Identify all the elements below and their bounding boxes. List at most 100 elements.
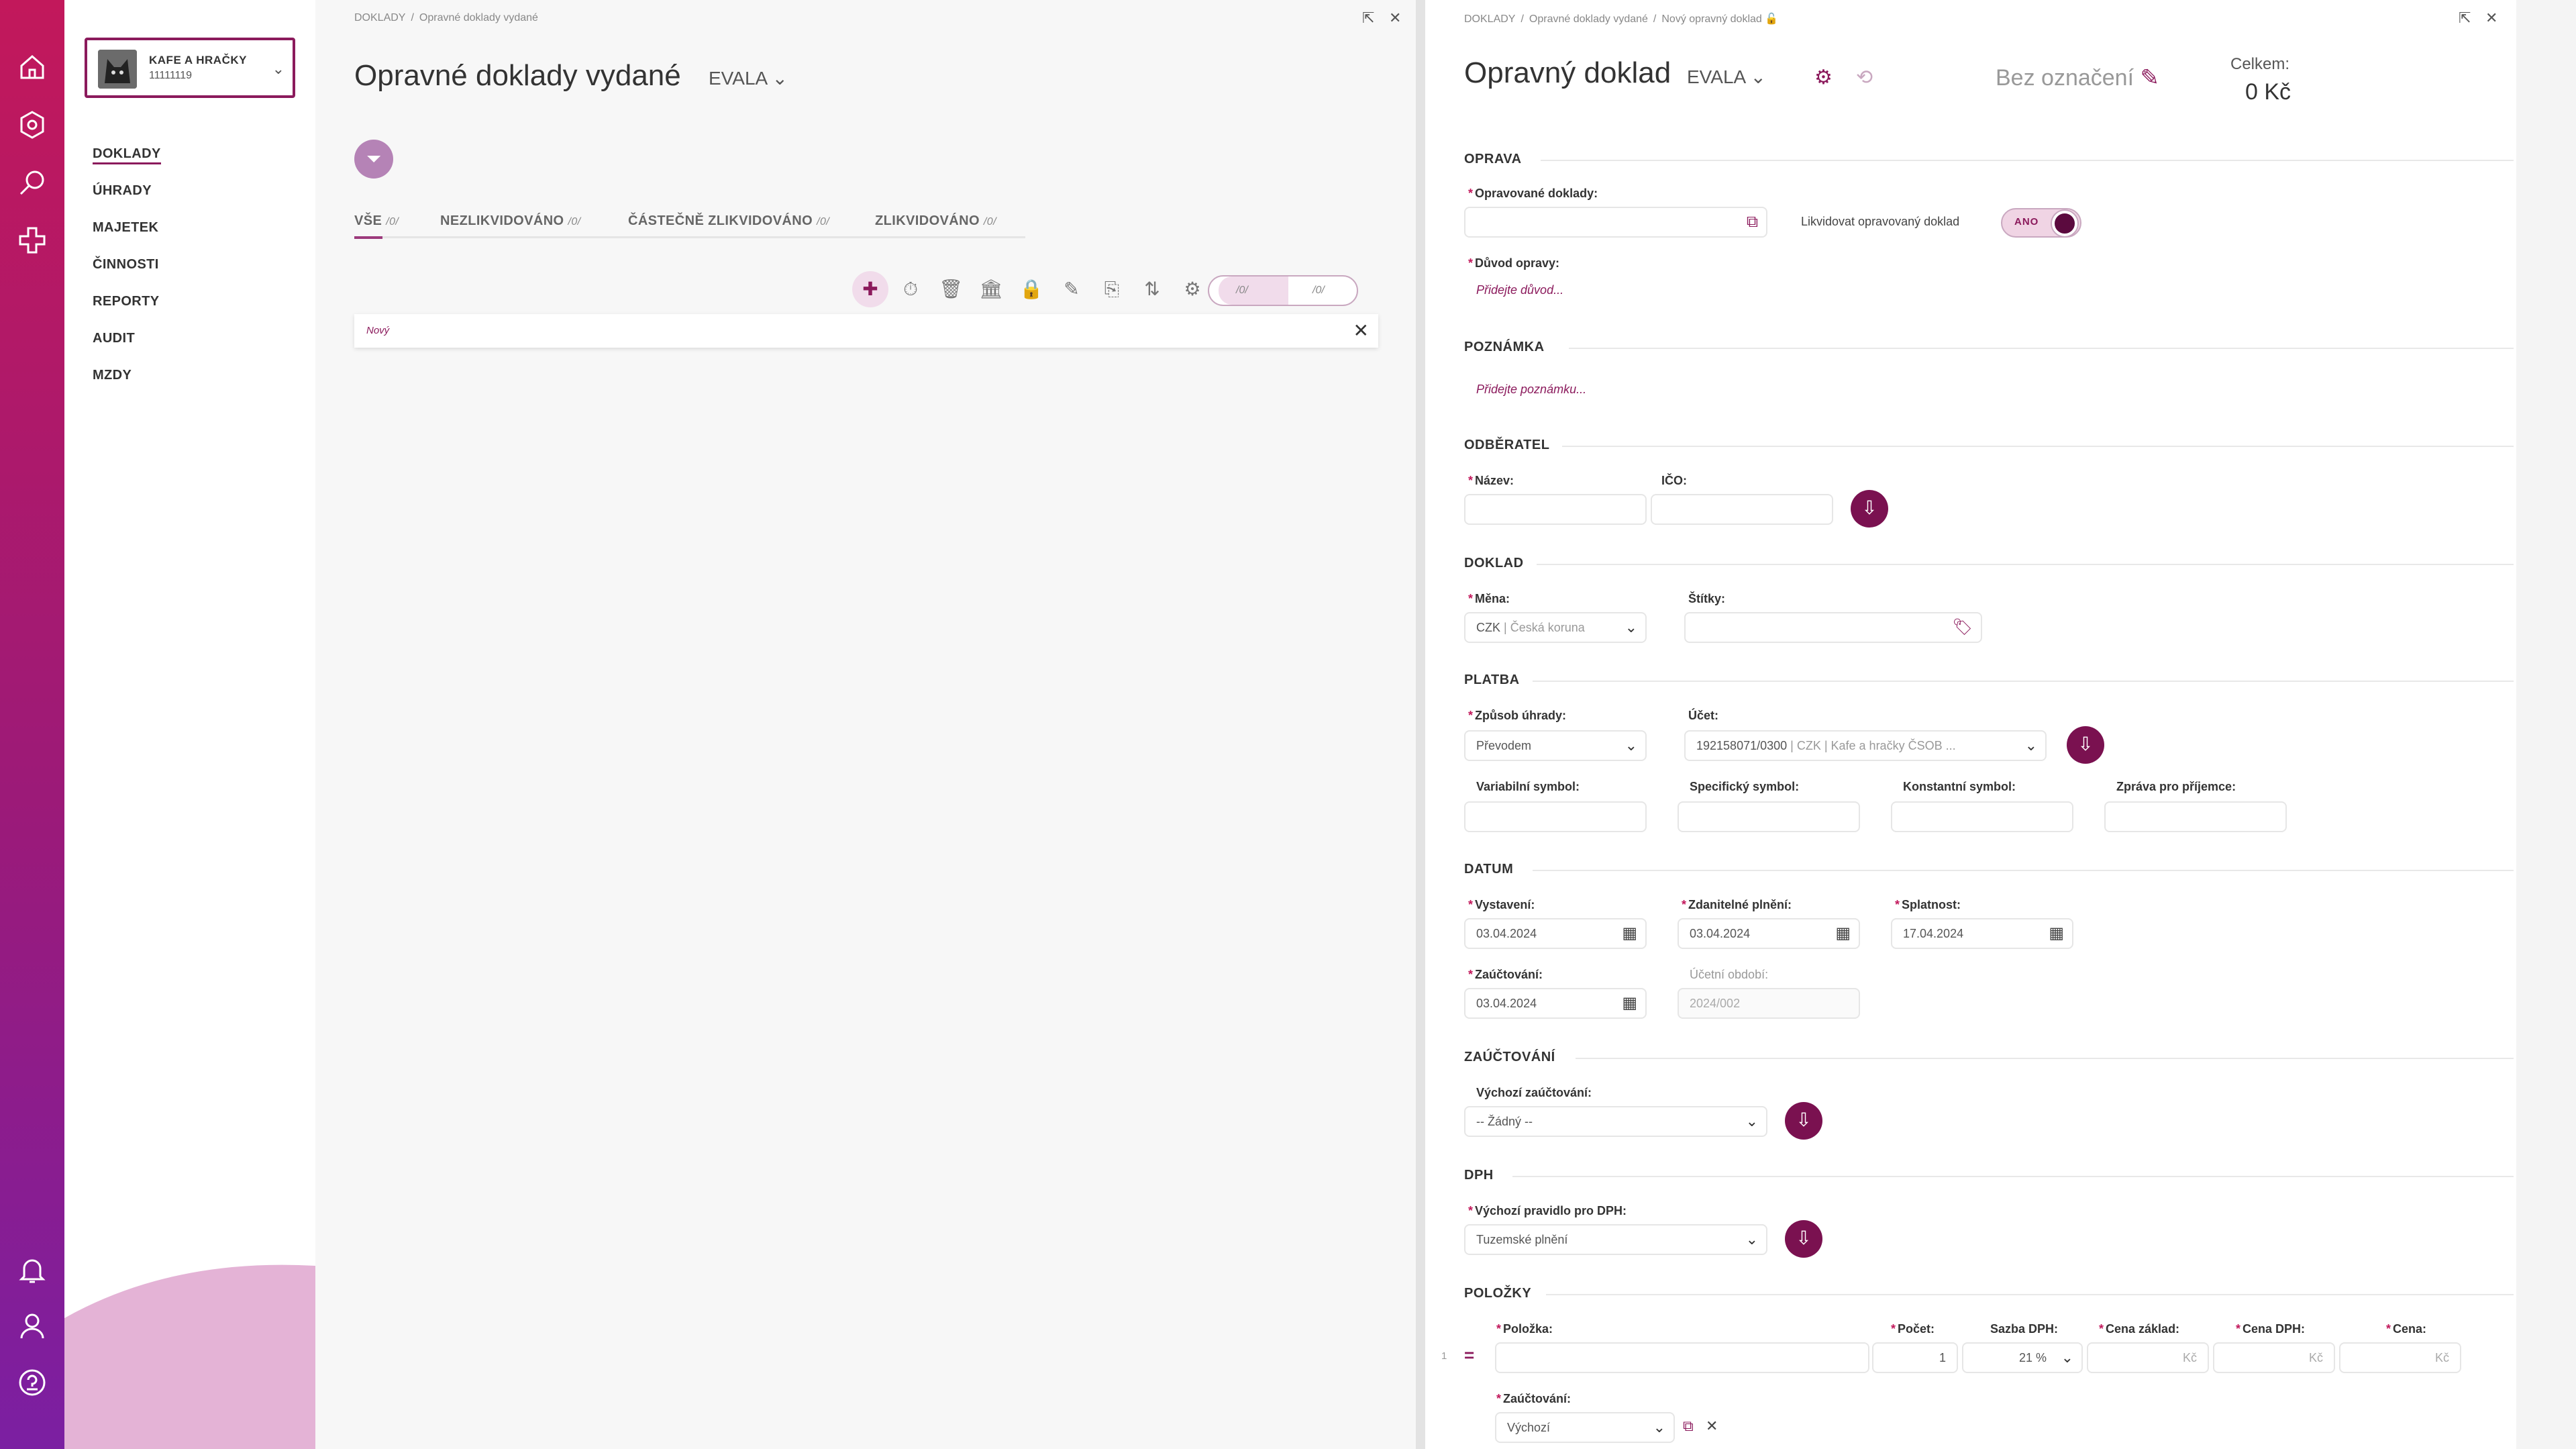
specificky-symbol-input[interactable] (1678, 801, 1860, 832)
close-icon[interactable]: ✕ (1353, 319, 1369, 342)
view-list-toggle[interactable]: /0/ (1219, 277, 1288, 305)
breadcrumb-item[interactable]: Opravné doklady vydané (1529, 13, 1648, 25)
page-title: Opravné doklady vydané (354, 59, 681, 92)
opravovane-doklady-field[interactable]: ⧉ (1464, 207, 1767, 238)
chevron-down-icon: ⌄ (1745, 1231, 1758, 1248)
user-icon[interactable] (16, 1310, 48, 1342)
konstantni-symbol-input[interactable] (1891, 801, 2073, 832)
vystaveni-date[interactable]: 03.04.2024 ▦ (1464, 918, 1647, 949)
field-label: Položka: (1496, 1322, 1553, 1336)
nav-item-mzdy[interactable]: MZDY (93, 368, 161, 405)
sazba-dph-select[interactable]: 21 % ⌄ (1962, 1342, 2083, 1373)
vychozi-dph-select[interactable]: Tuzemské plnění ⌄ (1464, 1224, 1767, 1255)
tab-vse[interactable]: VŠE/0/ (354, 213, 399, 229)
odberatel-nazev-input[interactable] (1464, 494, 1647, 525)
odberatel-ico-input[interactable] (1651, 494, 1833, 525)
nav-item-cinnosti[interactable]: ČINNOSTI (93, 257, 161, 294)
popout-icon[interactable]: ⇱ (1362, 9, 1374, 27)
sort-icon[interactable]: ⇅ (1134, 271, 1170, 307)
bell-icon[interactable] (16, 1254, 48, 1286)
breadcrumb-item[interactable]: DOKLADY (354, 12, 405, 23)
bank-icon[interactable]: 🏛 (973, 271, 1009, 307)
settings-icon[interactable]: ⚙ (1174, 271, 1210, 307)
new-document-row[interactable]: Nový ✕ (354, 314, 1378, 348)
filter-button[interactable]: ⏷ (354, 140, 393, 179)
copy-doc-icon[interactable]: ⧉ (1747, 208, 1758, 236)
add-icon[interactable]: ✚ (852, 271, 888, 307)
vychozi-zauctovani-select[interactable]: -- Žádný -- ⌄ (1464, 1106, 1767, 1137)
duvod-opravy-input[interactable]: Přidejte důvod... (1476, 283, 1563, 297)
zpusob-uhrady-select[interactable]: Převodem ⌄ (1464, 730, 1647, 761)
zauctovani-date[interactable]: 03.04.2024 ▦ (1464, 988, 1647, 1019)
tag-icon[interactable]: 🏷 (1953, 613, 1973, 642)
company-avatar (98, 50, 137, 89)
chevron-down-icon[interactable]: ⌄ (272, 60, 285, 78)
breadcrumb-item[interactable]: DOKLADY (1464, 13, 1515, 25)
load-dph-button[interactable]: ⇩ (1785, 1220, 1822, 1258)
nav-item-majetek[interactable]: MAJETEK (93, 220, 161, 257)
nav-item-audit[interactable]: AUDIT (93, 331, 161, 368)
splatnost-date[interactable]: 17.04.2024 ▦ (1891, 918, 2073, 949)
breadcrumb-item[interactable]: Opravné doklady vydané (419, 12, 538, 23)
divider (1533, 681, 2514, 682)
view-switch[interactable]: /0/ /0/ (1208, 275, 1358, 306)
nav-item-reporty[interactable]: REPORTY (93, 294, 161, 331)
ucet-select[interactable]: 192158071/0300 | CZK | Kafe a hračky ČSO… (1684, 730, 2047, 761)
settings-hex-icon[interactable] (16, 109, 48, 141)
variabilni-symbol-input[interactable] (1464, 801, 1647, 832)
plus-icon[interactable] (16, 224, 48, 256)
close-icon[interactable]: ✕ (1389, 9, 1401, 27)
settings-icon[interactable]: ⚙ (1814, 66, 1833, 89)
section-oprava: OPRAVA (1464, 152, 1522, 166)
field-label: Variabilní symbol: (1476, 780, 1580, 793)
approve-icon[interactable]: ✎ (1053, 271, 1090, 307)
zdanitelne-date[interactable]: 03.04.2024 ▦ (1678, 918, 1860, 949)
cena-dph-input[interactable]: Kč (2213, 1342, 2335, 1373)
trash-icon[interactable]: 🗑 (933, 271, 969, 307)
pocet-input[interactable]: 1 (1872, 1342, 1958, 1373)
popout-icon[interactable]: ⇱ (2459, 9, 2471, 27)
divider (1541, 160, 2514, 161)
tab-zlikvidovano[interactable]: ZLIKVIDOVÁNO/0/ (875, 213, 996, 229)
calendar-icon[interactable]: ▦ (1835, 919, 1851, 948)
help-icon[interactable] (16, 1366, 48, 1399)
export-icon[interactable]: ⎘ (1094, 271, 1130, 307)
load-customer-button[interactable]: ⇩ (1851, 490, 1888, 528)
drag-handle-icon[interactable]: = (1464, 1345, 1474, 1366)
search-icon[interactable] (16, 166, 48, 199)
tab-nezlikvidovano[interactable]: NEZLIKVIDOVÁNO/0/ (440, 213, 581, 229)
evala-dropdown[interactable]: EVALA ⌄ (709, 67, 788, 89)
cena-zaklad-input[interactable]: Kč (2087, 1342, 2209, 1373)
load-account-button[interactable]: ⇩ (2067, 726, 2104, 764)
remove-icon[interactable]: ✕ (1706, 1417, 1718, 1435)
calendar-icon[interactable]: ▦ (1622, 989, 1637, 1017)
label-title[interactable]: Bez označení ✎ (1996, 64, 2159, 91)
field-label: Štítky: (1688, 592, 1726, 605)
zprava-prijemce-input[interactable] (2104, 801, 2287, 832)
view-doc-toggle[interactable]: /0/ (1292, 277, 1325, 305)
calendar-icon[interactable]: ▦ (2049, 919, 2064, 948)
lock-icon[interactable]: 🔒 (1013, 271, 1049, 307)
home-icon[interactable] (16, 51, 48, 83)
poznamka-input[interactable]: Přidejte poznámku... (1476, 383, 1586, 397)
company-selector[interactable]: KAFE A HRAČKY 11111119 ⌄ (85, 38, 295, 98)
edit-icon[interactable]: ✎ (2140, 65, 2159, 91)
stitky-input[interactable]: 🏷 (1684, 612, 1982, 643)
load-zauctovani-button[interactable]: ⇩ (1785, 1102, 1822, 1140)
section-polozky: POLOŽKY (1464, 1286, 1532, 1301)
calendar-icon[interactable]: ▦ (1622, 919, 1637, 948)
likvidovat-toggle[interactable]: ANO (2001, 208, 2081, 238)
cena-input[interactable]: Kč (2339, 1342, 2461, 1373)
nav-item-doklady[interactable]: DOKLADY (93, 146, 161, 183)
mena-select[interactable]: CZK | Česká koruna ⌄ (1464, 612, 1647, 643)
nav-item-uhrady[interactable]: ÚHRADY (93, 183, 161, 220)
copy-icon[interactable]: ⧉ (1683, 1417, 1694, 1435)
close-icon[interactable]: ✕ (2485, 9, 2497, 27)
history-icon[interactable]: ⟲ (1856, 66, 1873, 89)
evala-dropdown[interactable]: EVALA ⌄ (1687, 66, 1766, 88)
timer-icon[interactable]: ⏱ (892, 271, 929, 307)
tab-castecne-zlikvidovano[interactable]: ČÁSTEČNĚ ZLIKVIDOVÁNO/0/ (628, 213, 829, 229)
item-zauctovani-select[interactable]: Výchozí ⌄ (1495, 1412, 1675, 1443)
polozka-input[interactable] (1495, 1342, 1869, 1373)
field-label: Měna: (1468, 592, 1510, 606)
